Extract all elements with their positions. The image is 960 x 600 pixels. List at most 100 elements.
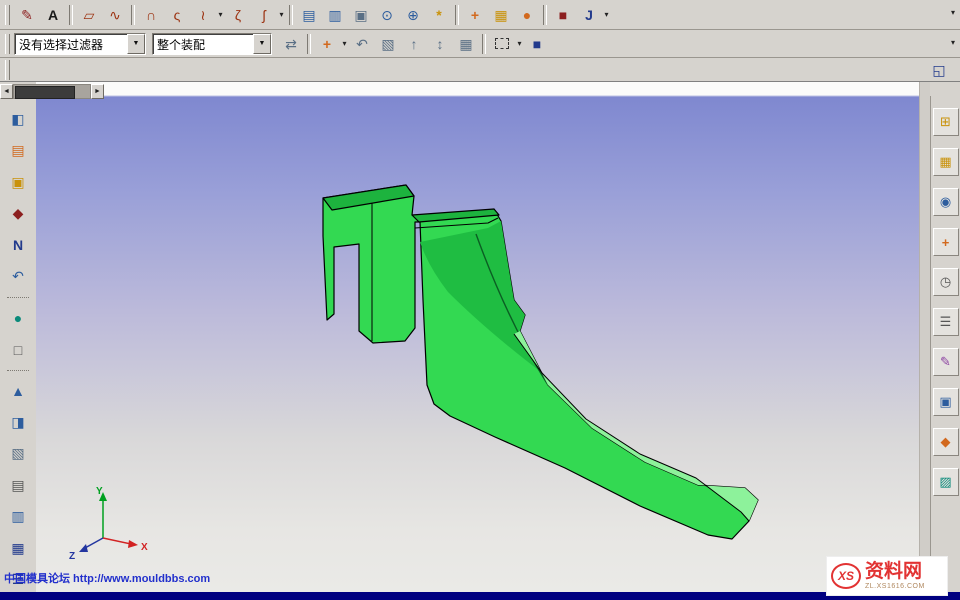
selection-scope-combo[interactable]: 整个装配 ▼ bbox=[152, 33, 272, 55]
graphics-window[interactable]: Y X Z bbox=[36, 82, 920, 592]
watermark-title: 资料网 bbox=[865, 562, 925, 583]
sketch-curve-dropdown-caret[interactable]: ▾ bbox=[602, 4, 611, 26]
pattern-component-icon[interactable]: ▦ bbox=[933, 148, 959, 176]
helix-icon[interactable]: ≀ bbox=[190, 3, 216, 27]
arc-icon[interactable]: ∩ bbox=[138, 3, 164, 27]
toolbar-separator bbox=[131, 5, 135, 25]
snapshot-dropdown-caret[interactable]: ▾ bbox=[340, 33, 349, 55]
toolbar-drag-handle[interactable] bbox=[5, 5, 10, 25]
details-list-icon[interactable]: ☰ bbox=[933, 308, 959, 336]
collaboration-icon[interactable]: ◆ bbox=[933, 428, 959, 456]
ruled-surface-icon[interactable]: ▤ bbox=[296, 3, 322, 27]
triad-z-label: Z bbox=[69, 551, 75, 562]
palettes-icon[interactable]: ▥ bbox=[4, 505, 32, 529]
window-tile-icon[interactable]: ◱ bbox=[926, 58, 952, 82]
system-scene-icon[interactable]: □ bbox=[4, 337, 32, 361]
rectangle-select-dropdown-caret[interactable]: ▾ bbox=[515, 33, 524, 55]
undo-icon[interactable]: ↶ bbox=[349, 32, 375, 56]
reflection-analysis-icon[interactable]: * bbox=[426, 3, 452, 27]
select-link-icon[interactable]: ⇄ bbox=[278, 32, 304, 56]
scroll-right-button[interactable]: ► bbox=[91, 84, 104, 99]
selection-toolbar: 没有选择过滤器 ▼ 整个装配 ▼ ⇄ + ▾ ↶ ▧ ↑ ↕ ▦ ▾ ■ ▾ bbox=[0, 30, 960, 58]
hd3d-tools-icon[interactable]: N bbox=[4, 233, 32, 257]
toolbar-drag-handle[interactable] bbox=[5, 60, 10, 80]
block-icon[interactable]: ■ bbox=[550, 3, 576, 27]
wcs-triad: Y X Z bbox=[69, 486, 148, 562]
toolbar-separator bbox=[455, 5, 459, 25]
history-icon[interactable]: ↶ bbox=[4, 264, 32, 288]
toolbar-separator bbox=[307, 34, 311, 54]
materials-icon[interactable]: ▲ bbox=[4, 379, 32, 403]
reuse-library-icon[interactable]: ◆ bbox=[4, 201, 32, 225]
triad-y-label: Y bbox=[96, 486, 103, 497]
selection-filter-dropdown-button[interactable]: ▼ bbox=[127, 34, 145, 54]
rectangle-select-icon[interactable] bbox=[489, 32, 515, 56]
project-curve-icon[interactable]: ʃ bbox=[251, 3, 277, 27]
cylinder-icon[interactable]: ● bbox=[514, 3, 540, 27]
window-layout-icon[interactable]: ◧ bbox=[4, 107, 32, 131]
snapshot-icon[interactable]: + bbox=[314, 32, 340, 56]
roles-icon[interactable]: ● bbox=[4, 306, 32, 330]
helix-dropdown-caret[interactable]: ▾ bbox=[216, 4, 225, 26]
fit-view-icon[interactable]: ↕ bbox=[427, 32, 453, 56]
visualization-icon[interactable]: ◨ bbox=[4, 410, 32, 434]
scroll-left-button[interactable]: ◄ bbox=[0, 84, 13, 99]
stacks-icon[interactable]: ▦ bbox=[4, 536, 32, 560]
deviation-gauge-icon[interactable]: ⊙ bbox=[374, 3, 400, 27]
sketch-icon[interactable]: ✎ bbox=[14, 3, 40, 27]
layers-icon[interactable]: ▧ bbox=[4, 442, 32, 466]
forum-watermark-text: 中国模具论坛 http://www.mouldbbs.com bbox=[4, 570, 210, 586]
toolbar-options-caret[interactable]: ▾ bbox=[951, 8, 955, 17]
part-model[interactable] bbox=[323, 185, 758, 539]
part-silhouette bbox=[323, 185, 758, 539]
offset-curve-icon[interactable]: ζ bbox=[225, 3, 251, 27]
annotation-icon[interactable]: ▣ bbox=[933, 388, 959, 416]
selection-scope-dropdown-button[interactable]: ▼ bbox=[253, 34, 271, 54]
add-component-icon[interactable]: ⊞ bbox=[933, 108, 959, 136]
toolbar-separator bbox=[482, 34, 486, 54]
conic-icon[interactable]: ς bbox=[164, 3, 190, 27]
studio-spline-icon[interactable]: ∿ bbox=[102, 3, 128, 27]
main-area: ◄ ► ◧ ▤ ▣ ◆ N ↶ ● □ ▲ ◨ ▧ ▤ ▥ ▦ ☰ bbox=[0, 82, 960, 592]
x-axis-arrow bbox=[128, 540, 138, 548]
view-cube-icon[interactable]: ▧ bbox=[375, 32, 401, 56]
move-object-icon[interactable]: + bbox=[462, 3, 488, 27]
toolbar-options-caret[interactable]: ▾ bbox=[951, 38, 955, 47]
scrollbar-track[interactable] bbox=[13, 84, 91, 99]
viewport-canvas: Y X Z bbox=[36, 82, 920, 592]
examine-geometry-icon[interactable]: ▣ bbox=[348, 3, 374, 27]
text-icon[interactable]: A bbox=[40, 3, 66, 27]
datum-csys-icon[interactable]: ▦ bbox=[488, 3, 514, 27]
grid-icon[interactable]: ▦ bbox=[453, 32, 479, 56]
toolbar-separator bbox=[289, 5, 293, 25]
scrollbar-thumb[interactable] bbox=[15, 86, 75, 99]
assembly-constraints-icon[interactable]: ◉ bbox=[933, 188, 959, 216]
vertical-scrollbar[interactable] bbox=[919, 82, 930, 592]
sketch-curve-icon[interactable]: J bbox=[576, 3, 602, 27]
part-navigator-icon[interactable]: ▣ bbox=[4, 170, 32, 194]
history-clock-icon[interactable]: ◷ bbox=[933, 268, 959, 296]
horizontal-scrollbar[interactable]: ◄ ► bbox=[0, 84, 104, 99]
assembly-rail: ⊞ ▦ ◉ + ◷ ☰ ✎ ▣ ◆ ▨ bbox=[930, 96, 960, 592]
z-axis-arrow bbox=[79, 544, 88, 552]
watermark-logo: XS bbox=[831, 563, 861, 589]
curve-toolbar: ✎ A ▱ ∿ ∩ ς ≀ ▾ ζ ʃ ▾ ▤ ▥ ▣ ⊙ ⊕ * + ▦ ● … bbox=[0, 0, 960, 30]
color-editor-icon[interactable]: ✎ bbox=[933, 348, 959, 376]
move-component-icon[interactable]: + bbox=[933, 228, 959, 256]
selection-scope-value: 整个装配 bbox=[153, 34, 253, 54]
shelf-icon[interactable]: ▤ bbox=[4, 473, 32, 497]
selection-filter-value: 没有选择过滤器 bbox=[15, 34, 127, 54]
shaded-view-icon[interactable]: ■ bbox=[524, 32, 550, 56]
assembly-navigator-icon[interactable]: ▤ bbox=[4, 138, 32, 162]
render-tools-icon[interactable]: ▨ bbox=[933, 468, 959, 496]
rectangle-select-glyph bbox=[495, 38, 509, 49]
toolbar-drag-handle[interactable] bbox=[5, 34, 10, 54]
section-analysis-icon[interactable]: ⊕ bbox=[400, 3, 426, 27]
rail-separator bbox=[7, 370, 29, 371]
application-window: ✎ A ▱ ∿ ∩ ς ≀ ▾ ζ ʃ ▾ ▤ ▥ ▣ ⊙ ⊕ * + ▦ ● … bbox=[0, 0, 960, 600]
orient-view-icon[interactable]: ↑ bbox=[401, 32, 427, 56]
project-curve-dropdown-caret[interactable]: ▾ bbox=[277, 4, 286, 26]
profile-icon[interactable]: ▱ bbox=[76, 3, 102, 27]
through-curves-icon[interactable]: ▥ bbox=[322, 3, 348, 27]
selection-filter-combo[interactable]: 没有选择过滤器 ▼ bbox=[14, 33, 146, 55]
